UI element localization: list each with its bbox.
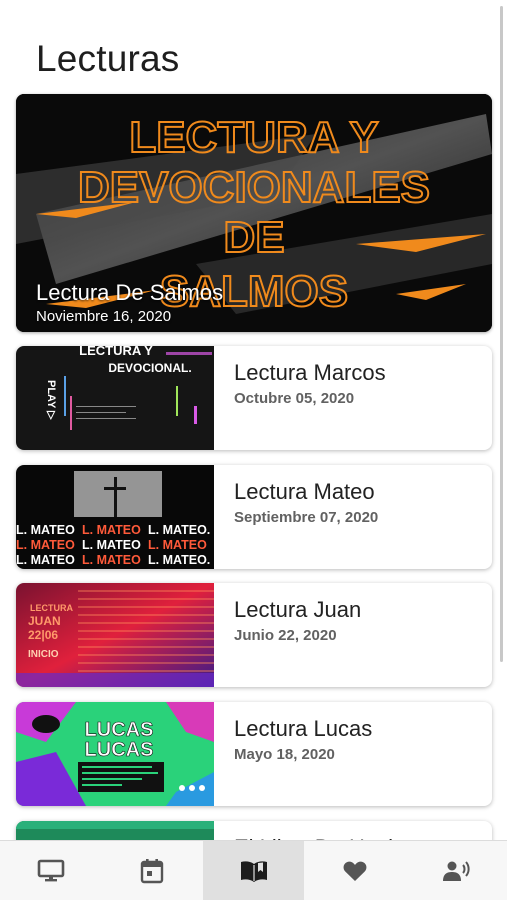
nav-calendar[interactable] (101, 841, 202, 900)
reading-card-mateo[interactable]: L. MATEO L. MATEO L. MATEO. L. MATEO L. … (16, 465, 492, 569)
featured-card-salmos[interactable]: LECTURA Y DEVOCIONALES DE SALMOS Lectura… (16, 94, 492, 332)
contact-phone-icon (443, 860, 470, 881)
nav-favorites[interactable] (304, 841, 405, 900)
marcos-image-text-1: LECTURA Y (79, 346, 153, 358)
juan-thumbnail: LECTURA JUAN 22|06 INICIO (16, 583, 214, 687)
mateo-image-text-3: L. MATEO. (148, 523, 210, 537)
desktop-icon (37, 859, 65, 881)
svg-text:L. MATEO: L. MATEO (16, 538, 75, 552)
juan-image-text-2: JUAN (28, 614, 61, 628)
mateo-image-text-1: L. MATEO (16, 523, 75, 537)
reading-card-lucas[interactable]: LUCAS LUCAS Lectura Lucas Mayo 18, 2020 (16, 702, 492, 806)
svg-text:L. MATEO: L. MATEO (16, 553, 75, 567)
marcos-image-text-3: PLAY ▷ (45, 380, 57, 420)
scrollbar[interactable] (500, 6, 503, 662)
featured-image-text-3: DE (223, 213, 284, 262)
juan-image-text-4: INICIO (28, 649, 59, 660)
reading-title: Lectura Lucas (234, 716, 373, 741)
reading-title: Lectura Juan (234, 597, 362, 622)
marcos-thumbnail: LECTURA Y DEVOCIONAL. PLAY ▷ (16, 346, 214, 450)
featured-date: Noviembre 16, 2020 (36, 308, 172, 325)
lucas-image-text-1: LUCAS (85, 719, 154, 741)
nav-contact[interactable] (406, 841, 507, 900)
svg-text:L. MATEO.: L. MATEO. (148, 553, 210, 567)
featured-title: Lectura De Salmos (36, 280, 224, 305)
reading-date: Septiembre 07, 2020 (234, 509, 379, 526)
svg-text:L. MATEO: L. MATEO (148, 538, 207, 552)
juan-image-text-3: 22|06 (28, 628, 58, 642)
reading-title: Lectura Marcos (234, 360, 386, 385)
reading-title: Lectura Mateo (234, 479, 375, 504)
svg-text:L. MATEO: L. MATEO (82, 553, 141, 567)
calendar-icon (140, 858, 164, 883)
lucas-image-text-2: LUCAS (85, 739, 154, 761)
book-icon (240, 860, 267, 882)
reading-date: Junio 22, 2020 (234, 627, 337, 644)
juan-image-text-1: LECTURA (30, 603, 73, 613)
svg-text:L. MATEO: L. MATEO (82, 538, 141, 552)
nav-desktop[interactable] (0, 841, 101, 900)
lucas-thumbnail: LUCAS LUCAS (16, 702, 214, 806)
page-title: Lecturas (36, 38, 180, 79)
marcos-image-text-2: DEVOCIONAL. (108, 361, 191, 375)
mateo-image-text-2: L. MATEO (82, 523, 141, 537)
featured-image-text-2: DEVOCIONALES (78, 163, 430, 212)
reading-date: Octubre 05, 2020 (234, 390, 355, 407)
reading-date: Mayo 18, 2020 (234, 746, 335, 763)
featured-image-text-1: LECTURA Y (129, 113, 378, 162)
mateo-thumbnail: L. MATEO L. MATEO L. MATEO. L. MATEO L. … (16, 465, 214, 569)
nav-readings[interactable] (202, 841, 305, 900)
bottom-navigation (0, 840, 507, 900)
heart-icon (343, 861, 367, 881)
reading-card-juan[interactable]: LECTURA JUAN 22|06 INICIO Lectura Juan J… (16, 583, 492, 687)
reading-card-marcos[interactable]: LECTURA Y DEVOCIONAL. PLAY ▷ Lectura Mar… (16, 346, 492, 450)
